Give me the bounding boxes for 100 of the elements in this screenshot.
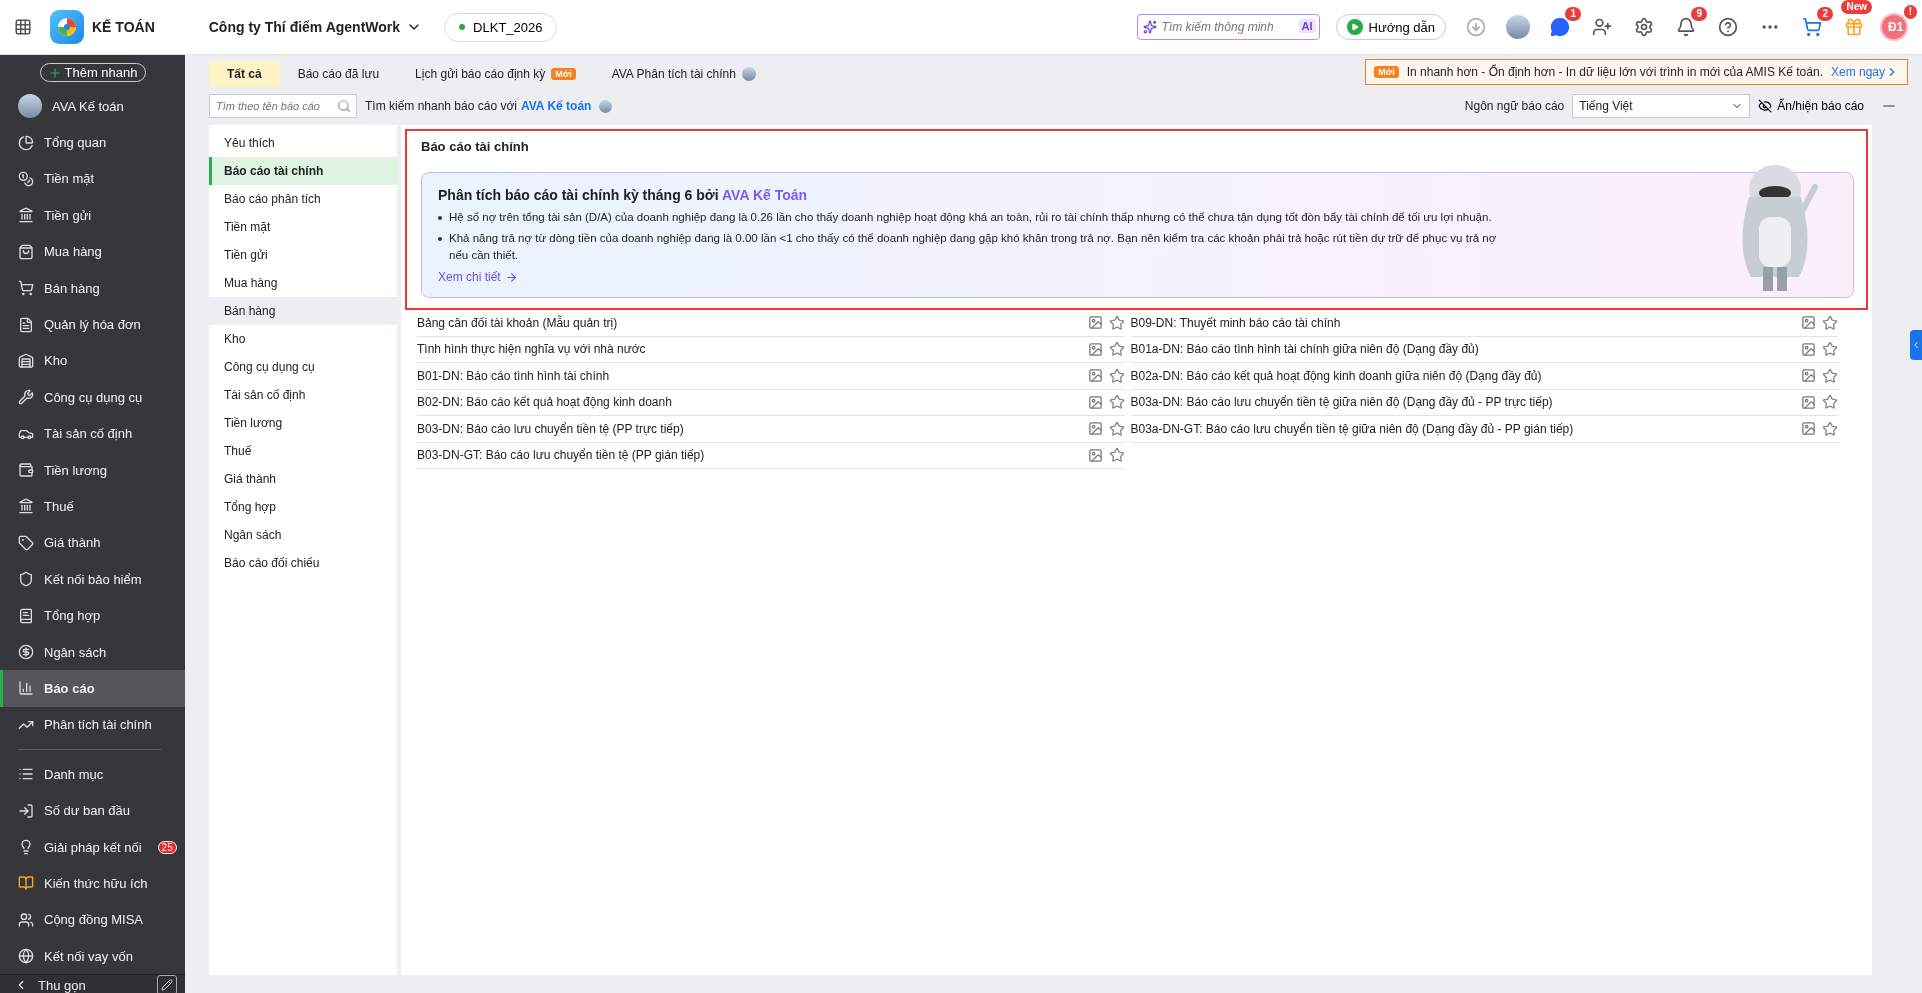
assistant-avatar-icon[interactable]: [1506, 15, 1530, 39]
company-selector[interactable]: Công ty Thí điểm AgentWork: [202, 18, 429, 36]
category-item[interactable]: Công cụ dụng cụ: [209, 353, 397, 381]
category-item[interactable]: Tài sản cố định: [209, 381, 397, 409]
star-icon[interactable]: [1108, 314, 1125, 331]
sidebar-item[interactable]: Kiến thức hữu ích: [0, 865, 185, 902]
tab[interactable]: Lịch gửi báo cáo định kỳ Mới: [397, 61, 594, 87]
category-item[interactable]: Tiền mặt: [209, 213, 397, 241]
category-item[interactable]: Tiền lương: [209, 409, 397, 437]
insight-title: Phân tích báo cáo tài chính kỳ tháng 6 bởi AVA Kế Toán: [438, 187, 809, 203]
category-item[interactable]: Tổng hợp: [209, 493, 397, 521]
star-icon[interactable]: [1108, 341, 1125, 358]
report-row[interactable]: B03a-DN-GT: Báo cáo lưu chuyển tiền tệ giữa niên độ (Dạng đầy đủ - PP gián tiếp): [1130, 416, 1838, 443]
sidebar-item[interactable]: Tiền gửi: [0, 197, 185, 234]
search-icon[interactable]: [337, 99, 351, 113]
sidebar-item[interactable]: Phân tích tài chính: [0, 706, 185, 744]
apps-menu-icon[interactable]: [14, 18, 32, 36]
image-icon[interactable]: [1801, 315, 1816, 331]
sidebar-item[interactable]: AVA Kế toán: [0, 88, 185, 125]
tab[interactable]: Báo cáo đã lưu: [279, 61, 398, 87]
toggle-reports-button[interactable]: Ẩn/hiện báo cáo: [1758, 99, 1864, 113]
sidebar-item[interactable]: Giải pháp kết nối 25: [0, 828, 185, 866]
star-icon[interactable]: [1822, 394, 1838, 411]
cart-icon[interactable]: [1800, 15, 1824, 39]
language-select[interactable]: Tiếng Việt: [1572, 94, 1751, 118]
image-icon[interactable]: [1087, 421, 1103, 437]
sidebar-item[interactable]: Kết nối bảo hiểm: [0, 561, 185, 598]
download-icon[interactable]: [1464, 15, 1488, 39]
report-row[interactable]: Bảng cân đối tài khoản (Mẫu quản trị): [417, 310, 1125, 337]
side-panel-toggle[interactable]: [1910, 330, 1922, 360]
image-icon[interactable]: [1801, 394, 1816, 410]
category-item[interactable]: Tiền gửi: [209, 241, 397, 269]
view-details-link[interactable]: Xem chi tiết: [438, 270, 518, 284]
sidebar-item[interactable]: Tổng quan: [0, 124, 185, 161]
help-icon[interactable]: [1716, 15, 1740, 39]
sidebar-item[interactable]: Quản lý hóa đơn: [0, 306, 185, 343]
tab[interactable]: AVA Phân tích tài chính: [593, 61, 774, 87]
insight-bullet: Khả năng trả nợ từ dòng tiền của doanh nghiệp đang là 0.00 lần <1 cho thấy có thể doanh nghiệp đang gặp khó khăn trong trả nợ. Bạn nên kiểm tra các khoản phải trả hoặc rút tiền dự trữ để phục vụ trả nợ nếu cần thiết.: [449, 231, 1498, 263]
star-icon[interactable]: [1108, 394, 1125, 411]
category-item[interactable]: Báo cáo tài chính: [209, 157, 397, 185]
report-row[interactable]: Tình hình thực hiện nghĩa vụ với nhà nước: [417, 336, 1125, 363]
view-now-link[interactable]: Xem ngay: [1830, 65, 1899, 79]
database-selector[interactable]: DLKT_2026: [444, 12, 558, 42]
image-icon[interactable]: [1087, 394, 1103, 410]
report-row[interactable]: B03-DN: Báo cáo lưu chuyển tiền tệ (PP trực tiếp): [417, 416, 1125, 443]
star-icon[interactable]: [1108, 447, 1125, 464]
sidebar-item[interactable]: Thuế: [0, 488, 185, 525]
category-item[interactable]: Báo cáo phân tích: [209, 185, 397, 213]
tab[interactable]: Tất cả: [209, 61, 280, 87]
sidebar-item[interactable]: Ngân sách: [0, 633, 185, 671]
star-icon[interactable]: [1108, 420, 1125, 437]
sidebar-item[interactable]: Giá thành: [0, 524, 185, 562]
star-icon[interactable]: [1822, 420, 1838, 437]
star-icon[interactable]: [1822, 367, 1838, 384]
report-row[interactable]: B02-DN: Báo cáo kết quả hoạt động kinh doanh: [417, 389, 1125, 416]
category-item[interactable]: Kho: [209, 325, 397, 353]
report-row[interactable]: B01a-DN: Báo cáo tình hình tài chính giữa niên độ (Dạng đầy đủ): [1130, 336, 1838, 363]
report-row[interactable]: B09-DN: Thuyết minh báo cáo tài chính: [1130, 310, 1838, 337]
sidebar-item[interactable]: Danh mục: [0, 756, 185, 793]
report-row[interactable]: B03-DN-GT: Báo cáo lưu chuyển tiền tệ (PP gián tiếp): [417, 442, 1125, 469]
image-icon[interactable]: [1801, 341, 1816, 357]
image-icon[interactable]: [1087, 341, 1103, 357]
image-icon[interactable]: [1087, 368, 1103, 384]
star-icon[interactable]: [1822, 341, 1838, 358]
edit-button[interactable]: [157, 975, 177, 993]
sidebar-item[interactable]: Kho: [0, 342, 185, 380]
category-item[interactable]: Mua hàng: [209, 269, 397, 297]
sidebar-item[interactable]: Số dư ban đầu: [0, 792, 185, 829]
sidebar-item[interactable]: Mua hàng: [0, 233, 185, 270]
category-item[interactable]: Thuế: [209, 437, 397, 465]
category-item[interactable]: Yêu thích: [209, 129, 397, 157]
guide-button[interactable]: Hướng dẫn: [1335, 14, 1446, 40]
image-icon[interactable]: [1087, 447, 1103, 463]
star-icon[interactable]: [1822, 314, 1838, 331]
category-item[interactable]: Ngân sách: [209, 521, 397, 549]
report-row[interactable]: B02a-DN: Báo cáo kết quả hoạt động kinh doanh giữa niên độ (Dạng đầy đủ): [1130, 363, 1838, 390]
sidebar-item[interactable]: Kết nối vay vốn: [0, 938, 185, 975]
sidebar-item[interactable]: Bán hàng: [0, 269, 185, 307]
image-icon[interactable]: [1087, 315, 1103, 331]
chat-icon[interactable]: [1548, 15, 1572, 39]
new-badge: Mới: [551, 68, 576, 80]
sidebar-item[interactable]: Công cụ dụng cụ: [0, 379, 185, 416]
ava-link[interactable]: AVA Kế toán: [520, 99, 592, 113]
sidebar-item[interactable]: Cộng đồng MISA: [0, 901, 185, 938]
category-item[interactable]: Bán hàng: [209, 297, 397, 325]
plus-icon: [47, 65, 62, 80]
category-item[interactable]: Báo cáo đối chiếu: [209, 549, 397, 577]
app-logo-icon: [50, 10, 84, 44]
image-icon[interactable]: [1801, 421, 1816, 437]
sidebar-item[interactable]: Tiền lương: [0, 451, 185, 489]
category-item[interactable]: Giá thành: [209, 465, 397, 493]
sidebar-item[interactable]: Tài sản cố định: [0, 415, 185, 452]
star-icon[interactable]: [1108, 367, 1125, 384]
sidebar-item[interactable]: Tiền mặt: [0, 160, 185, 198]
sidebar-item[interactable]: Báo cáo: [0, 670, 185, 707]
image-icon[interactable]: [1801, 368, 1816, 384]
report-row[interactable]: B03a-DN: Báo cáo lưu chuyển tiền tệ giữa niên độ (Dạng đầy đủ - PP trực tiếp): [1130, 389, 1838, 416]
report-row[interactable]: B01-DN: Báo cáo tình hình tài chính: [417, 363, 1125, 390]
sidebar-item[interactable]: Tổng hợp: [0, 597, 185, 634]
report-search-field[interactable]: Tìm theo tên báo cáo: [209, 94, 357, 118]
